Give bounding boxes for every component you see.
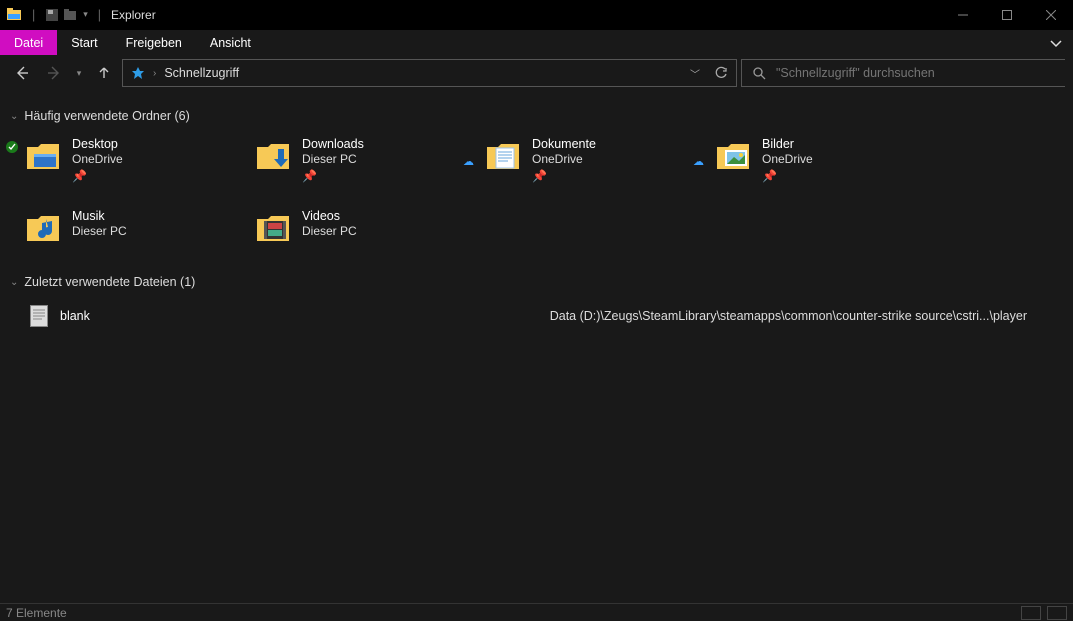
folder-name: Desktop [72, 137, 123, 151]
folder-location: Dieser PC [302, 224, 357, 238]
folder-item-desktop[interactable]: Desktop OneDrive 📌 [20, 133, 250, 187]
refresh-button[interactable] [714, 66, 728, 80]
window-title: Explorer [111, 8, 156, 22]
close-button[interactable] [1029, 0, 1073, 29]
view-details-button[interactable] [1021, 606, 1041, 620]
nav-row: ▾ › Schnellzugriff ﹀ [0, 55, 1073, 91]
address-dropdown-icon[interactable]: ﹀ [690, 66, 700, 81]
status-text: 7 Elemente [6, 606, 67, 620]
folder-name: Bilder [762, 137, 813, 151]
pin-icon: 📌 [302, 169, 364, 183]
ribbon-collapse-button[interactable] [1039, 30, 1073, 55]
search-box[interactable] [741, 59, 1065, 87]
folder-location: OneDrive [532, 152, 596, 166]
pin-icon: 📌 [532, 169, 596, 183]
tab-start[interactable]: Start [57, 30, 111, 55]
explorer-app-icon [6, 7, 22, 23]
folder-music-icon [24, 209, 62, 247]
search-icon [752, 66, 766, 80]
section-title: Zuletzt verwendete Dateien (1) [24, 275, 195, 289]
folder-item-downloads[interactable]: Downloads Dieser PC 📌 [250, 133, 480, 187]
recent-file-name: blank [60, 309, 90, 323]
folder-name: Dokumente [532, 137, 596, 151]
folder-location: Dieser PC [302, 152, 364, 166]
titlebar: | ▾ | Explorer [0, 0, 1073, 29]
folder-item-dokumente[interactable]: ☁ Dokumente OneDrive 📌 [480, 133, 710, 187]
minimize-button[interactable] [941, 0, 985, 29]
breadcrumb-location[interactable]: Schnellzugriff [164, 66, 682, 80]
folder-documents-icon [484, 137, 522, 175]
address-bar[interactable]: › Schnellzugriff ﹀ [122, 59, 737, 87]
qat-dropdown-icon[interactable]: ▾ [83, 9, 88, 20]
separator: | [32, 8, 35, 22]
tab-datei[interactable]: Datei [0, 30, 57, 55]
separator: | [98, 8, 101, 22]
folder-item-musik[interactable]: Musik Dieser PC [20, 205, 250, 251]
folder-location: OneDrive [762, 152, 813, 166]
recent-file-path: Data (D:)\Zeugs\SteamLibrary\steamapps\c… [550, 309, 1027, 323]
cloud-icon: ☁ [463, 155, 474, 168]
folder-videos-icon [254, 209, 292, 247]
quickaccess-star-icon [131, 66, 145, 80]
folder-desktop-icon [24, 137, 62, 175]
nav-up-button[interactable] [90, 59, 118, 87]
tab-freigeben[interactable]: Freigeben [112, 30, 196, 55]
folder-downloads-icon [254, 137, 292, 175]
qat-save-icon[interactable] [45, 8, 59, 22]
folder-name: Musik [72, 209, 127, 223]
folder-item-videos[interactable]: Videos Dieser PC [250, 205, 480, 251]
search-input[interactable] [776, 66, 1055, 80]
tab-ansicht[interactable]: Ansicht [196, 30, 265, 55]
recent-file-item[interactable]: blank Data (D:)\Zeugs\SteamLibrary\steam… [6, 299, 1067, 333]
nav-back-button[interactable] [8, 59, 36, 87]
status-bar: 7 Elemente [0, 603, 1073, 621]
file-icon [30, 305, 48, 327]
cloud-icon: ☁ [693, 155, 704, 168]
folder-pictures-icon [714, 137, 752, 175]
content-pane: ⌄ Häufig verwendete Ordner (6) Desktop O… [0, 91, 1073, 605]
folder-location: Dieser PC [72, 224, 127, 238]
chevron-down-icon: ⌄ [10, 111, 18, 122]
folder-grid: Desktop OneDrive 📌 Downloads Dieser PC 📌… [6, 133, 1067, 271]
folder-location: OneDrive [72, 152, 123, 166]
nav-forward-button[interactable] [40, 59, 68, 87]
folder-name: Downloads [302, 137, 364, 151]
qat-new-folder-icon[interactable] [63, 8, 79, 22]
breadcrumb-separator: › [153, 68, 156, 79]
nav-history-dropdown[interactable]: ▾ [72, 59, 86, 87]
maximize-button[interactable] [985, 0, 1029, 29]
sync-ok-icon [6, 141, 18, 153]
ribbon-tabs: Datei Start Freigeben Ansicht [0, 29, 1073, 55]
view-large-icons-button[interactable] [1047, 606, 1067, 620]
chevron-down-icon: ⌄ [10, 277, 18, 288]
section-frequent-folders[interactable]: ⌄ Häufig verwendete Ordner (6) [6, 105, 1067, 133]
section-title: Häufig verwendete Ordner (6) [24, 109, 189, 123]
pin-icon: 📌 [762, 169, 813, 183]
pin-icon: 📌 [72, 169, 123, 183]
folder-name: Videos [302, 209, 357, 223]
folder-item-bilder[interactable]: ☁ Bilder OneDrive 📌 [710, 133, 940, 187]
section-recent-files[interactable]: ⌄ Zuletzt verwendete Dateien (1) [6, 271, 1067, 299]
